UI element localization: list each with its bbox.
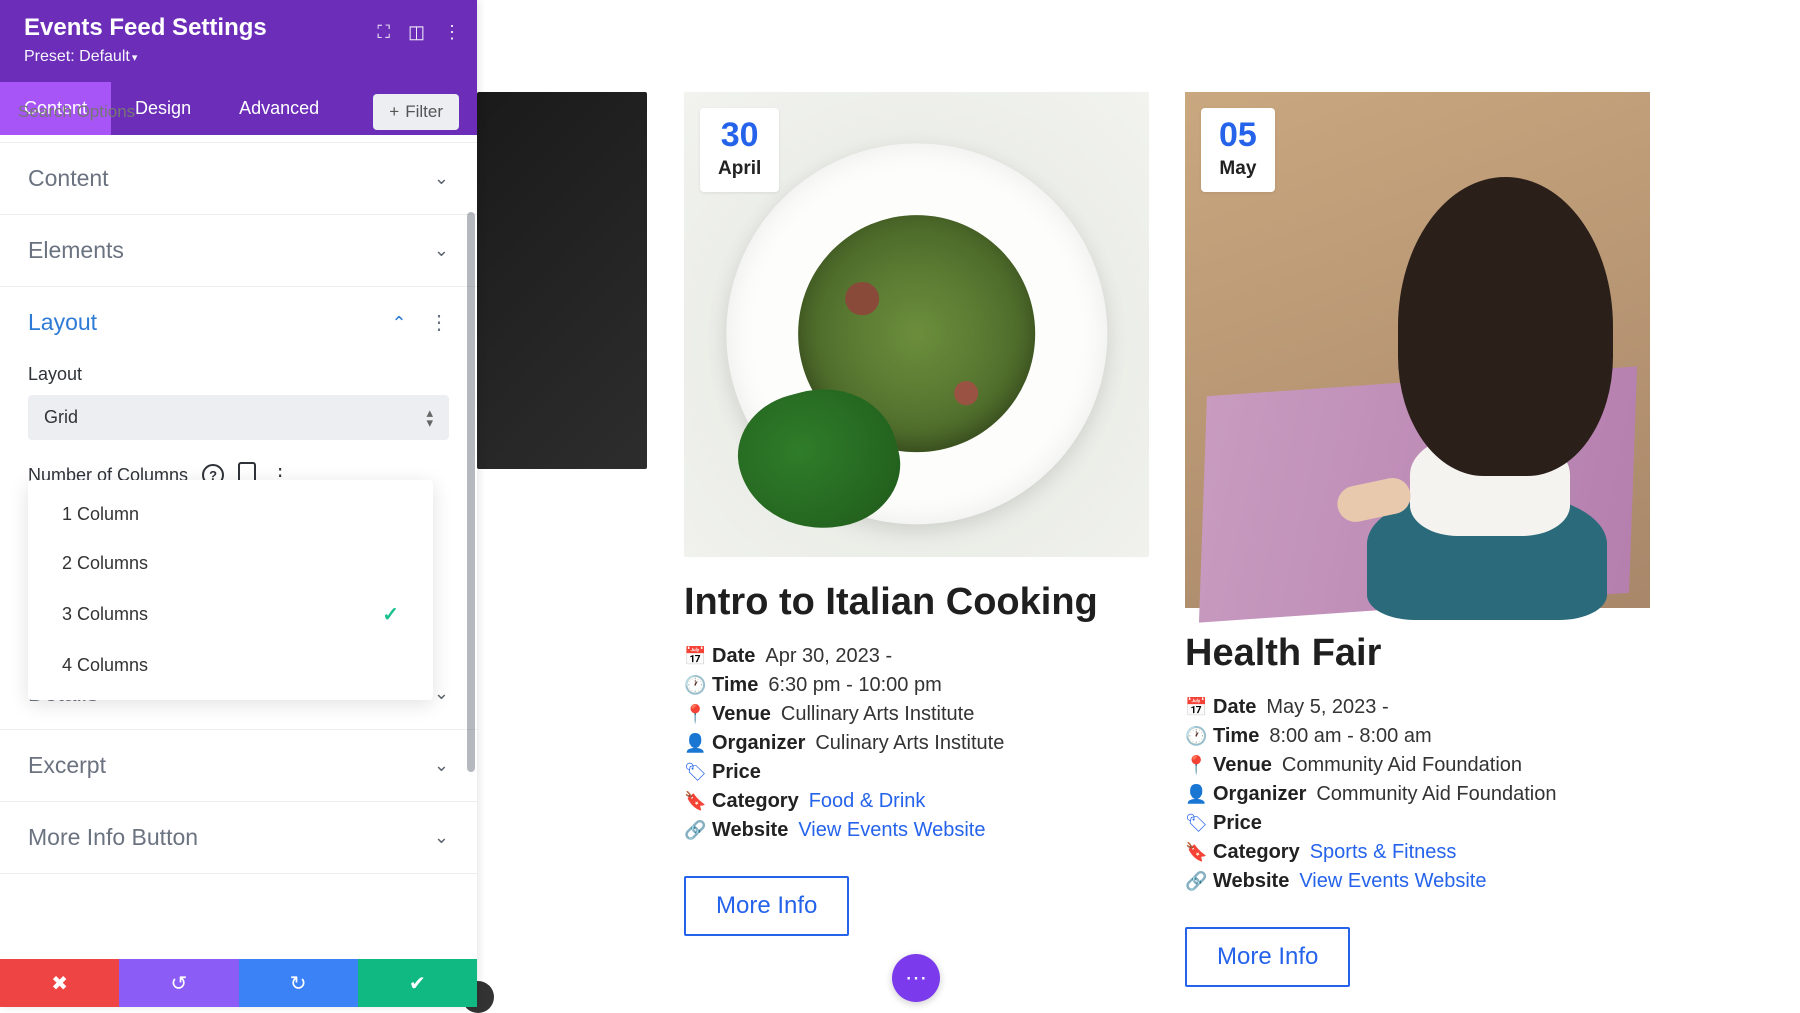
chevron-up-icon: ⌃ <box>391 313 406 333</box>
date-day: 05 <box>1219 118 1257 152</box>
kebab-menu-icon[interactable]: ⋮ <box>429 312 449 334</box>
event-image: 05 May <box>1185 92 1650 608</box>
category-link[interactable]: Food & Drink <box>809 790 926 813</box>
event-image: 30 April <box>684 92 1149 557</box>
section-content[interactable]: Content ⌄ <box>0 143 477 215</box>
event-card: 30 April Intro to Italian Cooking 📅Date … <box>684 92 1149 936</box>
event-card-image-partial <box>477 92 647 469</box>
person-icon: 👤 <box>1185 784 1203 805</box>
column-option-2[interactable]: 2 Columns <box>28 539 433 588</box>
panel-footer: ✖ ↺ ↻ ✔ <box>0 959 477 1007</box>
section-label: Excerpt <box>28 752 106 779</box>
edit-fab[interactable]: ⋯ <box>892 954 940 1002</box>
kebab-menu-icon[interactable]: ⋮ <box>443 22 461 43</box>
event-meta: 📅Date May 5, 2023 - 🕐Time 8:00 am - 8:00… <box>1185 696 1650 893</box>
dock-icon[interactable]: ◫ <box>408 22 425 43</box>
chevron-down-icon: ⌄ <box>434 683 449 704</box>
event-title: Health Fair <box>1185 632 1650 676</box>
calendar-icon: 📅 <box>684 646 702 667</box>
person-icon: 👤 <box>684 733 702 754</box>
tag-icon: 🏷 <box>684 762 702 783</box>
section-excerpt[interactable]: Excerpt ⌄ <box>0 730 477 802</box>
settings-panel: Events Feed Settings Preset: Default▾ ⛶ … <box>0 0 477 1007</box>
chevron-down-icon: ⌄ <box>434 240 449 261</box>
tag-icon: 🏷 <box>1185 813 1203 834</box>
bookmark-icon: 🔖 <box>1185 842 1203 863</box>
calendar-icon: 📅 <box>1185 697 1203 718</box>
clock-icon: 🕐 <box>1185 726 1203 747</box>
column-option-1[interactable]: 1 Column <box>28 490 433 539</box>
clock-icon: 🕐 <box>684 675 702 696</box>
website-link[interactable]: View Events Website <box>1299 870 1486 893</box>
event-title: Intro to Italian Cooking <box>684 581 1149 625</box>
filter-label: Filter <box>405 102 443 122</box>
section-label: Content <box>28 165 109 192</box>
preset-label: Preset: Default <box>24 48 130 65</box>
check-icon: ✓ <box>382 602 399 627</box>
scrollbar[interactable] <box>467 212 475 772</box>
section-elements[interactable]: Elements ⌄ <box>0 215 477 287</box>
date-day: 30 <box>718 118 761 152</box>
section-label: Elements <box>28 237 124 264</box>
layout-field-label: Layout <box>28 364 449 385</box>
bookmark-icon: 🔖 <box>684 791 702 812</box>
search-input[interactable] <box>18 102 373 122</box>
website-link[interactable]: View Events Website <box>798 819 985 842</box>
pin-icon: 📍 <box>684 704 702 725</box>
undo-button[interactable]: ↺ <box>119 959 238 1007</box>
chevron-down-icon: ⌄ <box>434 168 449 189</box>
column-option-4[interactable]: 4 Columns <box>28 641 433 690</box>
more-info-button[interactable]: More Info <box>1185 927 1350 987</box>
layout-select[interactable]: Grid ▴▾ <box>28 395 449 440</box>
more-info-button[interactable]: More Info <box>684 876 849 936</box>
panel-header: Events Feed Settings Preset: Default▾ ⛶ … <box>0 0 477 82</box>
save-button[interactable]: ✔ <box>358 959 477 1007</box>
panel-body: + Filter Content ⌄ Elements ⌄ Layout ⌃ ⋮… <box>0 82 477 947</box>
plus-icon: + <box>389 102 399 122</box>
search-bar: + Filter <box>0 82 477 143</box>
redo-button[interactable]: ↻ <box>239 959 358 1007</box>
section-layout[interactable]: Layout ⌃ ⋮ <box>0 287 477 358</box>
column-option-3[interactable]: 3 Columns✓ <box>28 588 433 641</box>
columns-dropdown: 1 Column 2 Columns 3 Columns✓ 4 Columns <box>28 480 433 700</box>
section-label: More Info Button <box>28 824 198 851</box>
preview-canvas: 30 April Intro to Italian Cooking 📅Date … <box>477 0 1800 1007</box>
link-icon: 🔗 <box>1185 871 1203 892</box>
chevron-down-icon: ▾ <box>132 52 138 64</box>
section-label: Layout <box>28 309 97 336</box>
chevron-down-icon: ⌄ <box>434 755 449 776</box>
expand-icon[interactable]: ⛶ <box>377 22 390 43</box>
event-card: 05 May Health Fair 📅Date May 5, 2023 - 🕐… <box>1185 92 1650 987</box>
category-link[interactable]: Sports & Fitness <box>1310 841 1457 864</box>
section-more-info-button[interactable]: More Info Button ⌄ <box>0 802 477 874</box>
link-icon: 🔗 <box>684 820 702 841</box>
select-arrows-icon: ▴▾ <box>426 408 433 426</box>
date-badge: 30 April <box>700 108 779 192</box>
filter-button[interactable]: + Filter <box>373 94 459 130</box>
event-meta: 📅Date Apr 30, 2023 - 🕐Time 6:30 pm - 10:… <box>684 645 1149 842</box>
layout-select-value: Grid <box>44 407 78 428</box>
preset-selector[interactable]: Preset: Default▾ <box>24 48 453 66</box>
date-month: May <box>1219 158 1257 180</box>
chevron-down-icon: ⌄ <box>434 827 449 848</box>
date-badge: 05 May <box>1201 108 1275 192</box>
date-month: April <box>718 158 761 180</box>
cancel-button[interactable]: ✖ <box>0 959 119 1007</box>
pin-icon: 📍 <box>1185 755 1203 776</box>
